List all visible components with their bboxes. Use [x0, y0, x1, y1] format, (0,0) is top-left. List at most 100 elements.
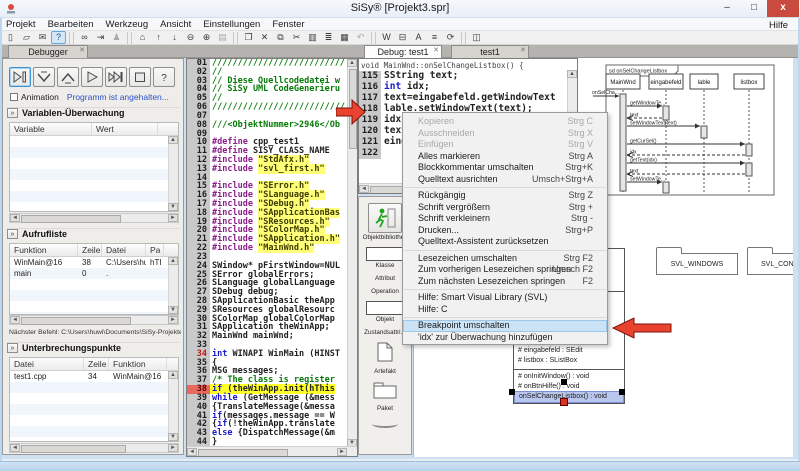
- context-menu-item[interactable]: Hilfe: Smart Visual Library (SVL): [403, 292, 607, 304]
- context-menu-item[interactable]: RückgängigStrg Z: [403, 190, 607, 202]
- help-icon[interactable]: ?: [51, 31, 66, 44]
- context-menu-item[interactable]: KopierenStrg C: [403, 116, 607, 128]
- class-attribute[interactable]: # listbox : SListBox: [514, 356, 624, 366]
- cut-icon[interactable]: ✂: [289, 31, 304, 44]
- code-line[interactable]: 117text=eingabefeld.getWindowText: [359, 92, 577, 103]
- callstack-hscrollbar[interactable]: ◄►: [9, 315, 179, 325]
- undo-icon[interactable]: ↶: [353, 31, 368, 44]
- class-operation-selected[interactable]: onSelChangeListbox() : void: [515, 392, 623, 402]
- package-svl-controls[interactable]: SVL_CONTR: [747, 253, 793, 275]
- tab-debugger[interactable]: Debugger✕: [8, 45, 88, 58]
- copy-icon[interactable]: ⧉: [273, 31, 288, 44]
- stop-button[interactable]: [129, 67, 151, 87]
- menu-item-bearbeiten[interactable]: Bearbeiten: [42, 18, 100, 31]
- animation-checkbox[interactable]: [10, 93, 18, 101]
- run-state-link[interactable]: Programm ist angehalten...: [67, 92, 169, 102]
- context-menu-item[interactable]: 'idx' zur Überwachung hinzufügen: [403, 332, 607, 344]
- home-icon[interactable]: ⌂: [135, 31, 150, 44]
- close-icon[interactable]: ✕: [79, 44, 85, 57]
- outline-icon[interactable]: ≡: [427, 31, 442, 44]
- selection-handle[interactable]: [619, 389, 625, 395]
- menu-item-ansicht[interactable]: Ansicht: [154, 18, 197, 31]
- run-button[interactable]: [81, 67, 103, 87]
- line-number[interactable]: 122: [359, 148, 381, 159]
- palette-item-artefakt[interactable]: Artefakt: [359, 342, 411, 375]
- breakpoints-table[interactable]: DateiZeileFunktiontest1.cpp34WinMain@16▲…: [9, 357, 179, 442]
- context-menu-item[interactable]: Quelltext-Assistent zurücksetzen: [403, 236, 607, 248]
- step-out-button[interactable]: [57, 67, 79, 87]
- close-icon[interactable]: ✕: [520, 44, 526, 57]
- context-menu-item[interactable]: Blockkommentar umschaltenStrg+K: [403, 162, 607, 174]
- variables-hscrollbar[interactable]: ◄►: [9, 213, 179, 223]
- minimize-button[interactable]: –: [714, 0, 740, 17]
- expand-icon[interactable]: »: [7, 343, 18, 353]
- table-row[interactable]: WinMain@1638C:\Users\huwi\...hTI: [10, 257, 178, 268]
- delete-icon[interactable]: ✕: [257, 31, 272, 44]
- context-menu-item[interactable]: EinfügenStrg V: [403, 139, 607, 151]
- arrow-down-icon[interactable]: ↓: [167, 31, 182, 44]
- print-icon[interactable]: ⊟: [395, 31, 410, 44]
- context-menu-item[interactable]: Breakpoint umschalten: [403, 320, 607, 332]
- context-menu-item[interactable]: Alles markierenStrg A: [403, 151, 607, 163]
- context-menu-item[interactable]: Drucken...Strg+P: [403, 225, 607, 237]
- paste-icon[interactable]: ▥: [305, 31, 320, 44]
- list-icon[interactable]: ≣: [321, 31, 336, 44]
- report-icon[interactable]: ▤: [215, 31, 230, 44]
- palette-scroll-indicator[interactable]: [372, 420, 398, 428]
- close-button[interactable]: x: [767, 0, 799, 17]
- word-icon[interactable]: W: [379, 31, 394, 44]
- help-debug-button[interactable]: ?: [153, 67, 175, 87]
- context-menu-item[interactable]: Schrift vergrößernStrg +: [403, 202, 607, 214]
- step-over-button[interactable]: [33, 67, 55, 87]
- open-folder-icon[interactable]: ▱: [19, 31, 34, 44]
- exit-icon[interactable]: ⇥: [93, 31, 108, 44]
- table-row[interactable]: main0.: [10, 268, 178, 279]
- new-document-icon[interactable]: ▯: [3, 31, 18, 44]
- menu-item-einstellungen[interactable]: Einstellungen: [197, 18, 266, 31]
- selection-handle[interactable]: [561, 379, 567, 385]
- font-icon[interactable]: A: [411, 31, 426, 44]
- class-attribute[interactable]: # eingabefeld : SEdit: [514, 346, 624, 356]
- expand-icon[interactable]: »: [7, 108, 18, 118]
- table-vscrollbar[interactable]: ▲▼: [168, 257, 178, 314]
- tab-debug-test1[interactable]: Debug: test1✕: [364, 45, 442, 58]
- table-vscrollbar[interactable]: ▲▼: [168, 136, 178, 211]
- restart-button[interactable]: [105, 67, 127, 87]
- maximize-button[interactable]: □: [741, 0, 767, 17]
- mail-icon[interactable]: ✉: [35, 31, 50, 44]
- context-menu-item[interactable]: AusschneidenStrg X: [403, 128, 607, 140]
- code-line[interactable]: 116int idx;: [359, 81, 577, 92]
- package-svl-windows[interactable]: SVL_WINDOWS: [656, 253, 738, 275]
- selection-handle-red[interactable]: [560, 398, 568, 406]
- menu-item-werkzeug[interactable]: Werkzeug: [100, 18, 155, 31]
- palette-item-paket[interactable]: Paket: [359, 381, 411, 412]
- menu-item-fenster[interactable]: Fenster: [266, 18, 310, 31]
- source-editor[interactable]: 01//////////////////////////02//03// Die…: [186, 58, 358, 457]
- class-operation[interactable]: # onInitWindow() : void: [514, 372, 624, 382]
- context-menu-item[interactable]: Hilfe: C: [403, 304, 607, 316]
- context-menu-item[interactable]: Zum nächsten Lesezeichen springenF2: [403, 276, 607, 288]
- class-operation[interactable]: # onBtnHilfe() : void: [514, 382, 624, 392]
- step-into-button[interactable]: [9, 67, 31, 87]
- callstack-table[interactable]: FunktionZeileDateiPaWinMain@1638C:\Users…: [9, 243, 179, 315]
- close-icon[interactable]: ✕: [433, 44, 439, 57]
- table-row[interactable]: test1.cpp34WinMain@16: [10, 371, 178, 382]
- refresh-document-icon[interactable]: ⟳: [443, 31, 458, 44]
- table-icon[interactable]: ▦: [337, 31, 352, 44]
- variables-table[interactable]: VariableWert▲▼: [9, 122, 179, 212]
- context-menu-item[interactable]: Zum vorherigen Lesezeichen springenUmsch…: [403, 264, 607, 276]
- breakpoints-hscrollbar[interactable]: ◄►: [9, 443, 179, 453]
- selection-handle[interactable]: [509, 389, 515, 395]
- context-menu-item[interactable]: Lesezeichen umschaltenStrg F2: [403, 253, 607, 265]
- code-line[interactable]: 115SString text;: [359, 70, 577, 81]
- expand-icon[interactable]: »: [7, 229, 18, 239]
- editor-hscrollbar[interactable]: ◄►: [187, 446, 357, 456]
- book-icon[interactable]: ◫: [469, 31, 484, 44]
- context-menu-item[interactable]: Quelltext ausrichtenUmsch+Strg+A: [403, 174, 607, 186]
- context-menu-item[interactable]: Schrift verkleinernStrg -: [403, 213, 607, 225]
- zoom-out-icon[interactable]: ⊖: [183, 31, 198, 44]
- table-vscrollbar[interactable]: ▲▼: [168, 371, 178, 441]
- window-icon[interactable]: ❐: [241, 31, 256, 44]
- arrow-up-icon[interactable]: ↑: [151, 31, 166, 44]
- menu-item-projekt[interactable]: Projekt: [0, 18, 42, 31]
